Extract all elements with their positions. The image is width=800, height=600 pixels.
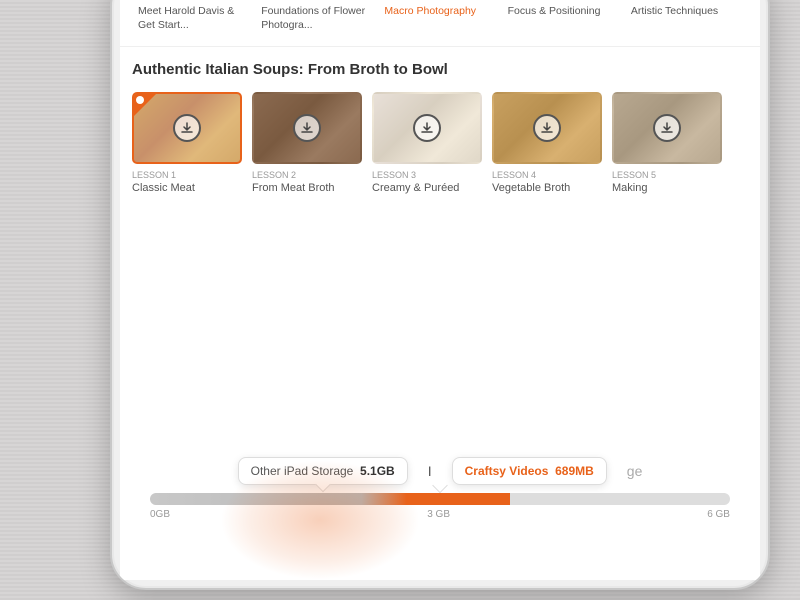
card-3-title: Creamy & Puréed	[372, 181, 482, 195]
lesson-card-3[interactable]: LESSON 3 Creamy & Puréed	[372, 92, 482, 195]
card-thumb-2[interactable]	[252, 92, 362, 164]
ipad-screen: LESSON 1 Meet Harold Davis & Get Start..…	[120, 0, 760, 580]
top-lesson-3-num: LESSON 3	[384, 0, 495, 2]
lesson-card-1[interactable]: LESSON 1 Classic Meat	[132, 92, 242, 195]
other-storage-size: 5.1GB	[360, 464, 395, 478]
download-button-1[interactable]	[173, 114, 201, 142]
main-content: Authentic Italian Soups: From Broth to B…	[120, 47, 760, 203]
section-title: Authentic Italian Soups: From Broth to B…	[132, 61, 748, 78]
card-5-title: Making	[612, 181, 722, 195]
download-button-5[interactable]	[653, 114, 681, 142]
storage-bar-labels: 0GB 3 GB 6 GB	[150, 509, 730, 520]
card-1-num: LESSON 1	[132, 170, 242, 180]
lesson-card-2[interactable]: LESSON 2 From Meat Broth	[252, 92, 362, 195]
lesson-card-4[interactable]: LESSON 4 Vegetable Broth	[492, 92, 602, 195]
card-1-title: Classic Meat	[132, 181, 242, 195]
card-5-num: LESSON 5	[612, 170, 722, 180]
top-lesson-5-title: Artistic Techniques	[631, 5, 742, 19]
top-lesson-3[interactable]: LESSON 3 Macro Photography	[378, 0, 501, 36]
top-lesson-3-title: Macro Photography	[384, 5, 495, 19]
card-label-2: LESSON 2 From Meat Broth	[252, 170, 362, 195]
download-button-4[interactable]	[533, 114, 561, 142]
card-thumb-1[interactable]	[132, 92, 242, 164]
craftsy-size: 689MB	[555, 464, 594, 478]
cursor-indicator: I	[428, 463, 432, 479]
other-storage-tooltip: Other iPad Storage 5.1GB	[238, 457, 408, 485]
cursor-symbol: I	[428, 463, 432, 479]
craftsy-tooltip: Craftsy Videos 689MB	[452, 457, 607, 485]
download-button-3[interactable]	[413, 114, 441, 142]
card-thumb-3[interactable]	[372, 92, 482, 164]
card-2-title: From Meat Broth	[252, 181, 362, 195]
storage-label-3: 3 GB	[427, 509, 450, 520]
card-3-num: LESSON 3	[372, 170, 482, 180]
card-label-4: LESSON 4 Vegetable Broth	[492, 170, 602, 195]
ipad-frame: LESSON 1 Meet Harold Davis & Get Start..…	[110, 0, 770, 590]
top-lesson-1-title: Meet Harold Davis & Get Start...	[138, 5, 249, 32]
storage-overlay: Other iPad Storage 5.1GB I Craftsy Video…	[120, 457, 760, 520]
card-label-5: LESSON 5 Making	[612, 170, 722, 195]
top-lesson-4-num: LESSON 4	[508, 0, 619, 2]
top-lesson-4-title: Focus & Positioning	[508, 5, 619, 19]
orange-badge-1	[134, 94, 156, 116]
card-4-title: Vegetable Broth	[492, 181, 602, 195]
top-lesson-1[interactable]: LESSON 1 Meet Harold Davis & Get Start..…	[132, 0, 255, 36]
card-thumb-5[interactable]	[612, 92, 722, 164]
lesson-cards-row: LESSON 1 Classic Meat	[132, 92, 748, 195]
top-lesson-row: LESSON 1 Meet Harold Davis & Get Start..…	[120, 0, 760, 47]
storage-bar[interactable]: 0GB 3 GB 6 GB	[150, 493, 730, 520]
card-2-num: LESSON 2	[252, 170, 362, 180]
top-lesson-4[interactable]: LESSON 4 Focus & Positioning	[502, 0, 625, 36]
top-lesson-1-num: LESSON 1	[138, 0, 249, 2]
storage-label-6: 6 GB	[707, 509, 730, 520]
top-lesson-2-num: LESSON 2	[261, 0, 372, 2]
top-lesson-2-title: Foundations of Flower Photogra...	[261, 5, 372, 32]
storage-bar-craftsy-segment	[452, 493, 510, 505]
storage-bar-used	[150, 493, 452, 505]
other-storage-label: Other iPad Storage	[251, 464, 354, 478]
top-lesson-5-num: LESSON 5	[631, 0, 742, 2]
craftsy-label: Craftsy Videos	[465, 464, 549, 478]
card-thumb-4[interactable]	[492, 92, 602, 164]
storage-label-0: 0GB	[150, 509, 170, 520]
download-button-2[interactable]	[293, 114, 321, 142]
top-lesson-2[interactable]: LESSON 2 Foundations of Flower Photogra.…	[255, 0, 378, 36]
storage-bar-track	[150, 493, 730, 505]
card-label-3: LESSON 3 Creamy & Puréed	[372, 170, 482, 195]
tooltip-row: Other iPad Storage 5.1GB I Craftsy Video…	[140, 457, 740, 485]
ge-text: ge	[627, 463, 643, 479]
card-4-num: LESSON 4	[492, 170, 602, 180]
top-lesson-5[interactable]: LESSON 5 Artistic Techniques	[625, 0, 748, 36]
card-label-1: LESSON 1 Classic Meat	[132, 170, 242, 195]
lesson-card-5[interactable]: LESSON 5 Making	[612, 92, 722, 195]
